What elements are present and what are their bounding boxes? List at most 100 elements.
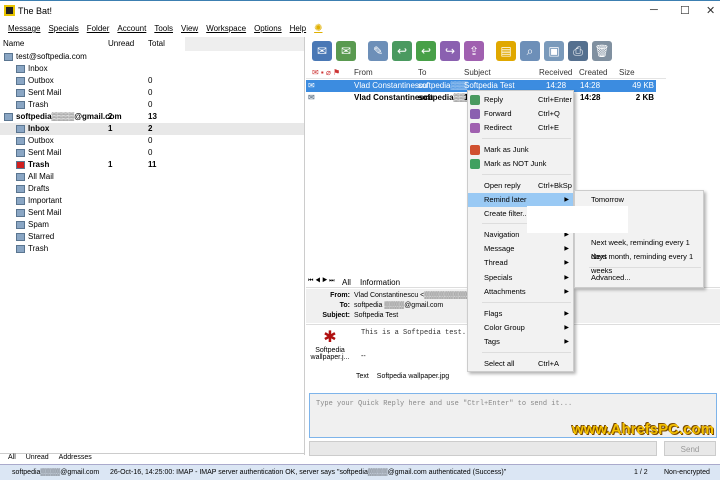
folder-name: Inbox — [28, 124, 50, 133]
flag-column-icons[interactable]: ✉ ▪ ⌀ ⚑ — [306, 66, 354, 78]
sun-icon[interactable]: ✺ — [314, 20, 322, 37]
message-list-header: ✉ ▪ ⌀ ⚑ From To Subject Received Created… — [306, 66, 666, 79]
search-icon[interactable]: ⌕ — [520, 41, 540, 61]
address-book-icon[interactable]: ▤ — [496, 41, 516, 61]
folder-name: Trash — [28, 160, 50, 169]
new-message-icon[interactable]: ✎ — [368, 41, 388, 61]
context-specials[interactable]: Specials ▶ — [468, 271, 573, 285]
context-tags[interactable]: Tags ▶ — [468, 335, 573, 349]
menu-account[interactable]: Account — [117, 20, 146, 37]
folder-item[interactable]: Trash 0 — [0, 99, 304, 111]
submenu-arrow-icon: ▶ — [564, 311, 569, 317]
submenu-arrow-icon: ▶ — [564, 197, 569, 203]
folder-name: Sent Mail — [28, 208, 62, 217]
menu-help[interactable]: Help — [290, 20, 306, 37]
folder-total: 0 — [148, 76, 153, 85]
menu-view[interactable]: View — [181, 20, 198, 37]
context-message[interactable]: Message ▶ — [468, 242, 573, 256]
menu-workspace[interactable]: Workspace — [206, 20, 246, 37]
context-open-reply[interactable]: Open reply Ctrl+BkSp — [468, 179, 573, 193]
tab-addresses[interactable]: Addresses — [59, 454, 92, 461]
folder-name: Trash — [28, 244, 49, 253]
to-value: softpedia ▒▒▒▒@gmail.com — [354, 302, 444, 309]
tab-all[interactable]: All — [8, 454, 16, 461]
context-flags[interactable]: Flags ▶ — [468, 307, 573, 321]
folder-item[interactable]: Spam — [0, 219, 304, 231]
context-attachments[interactable]: Attachments ▶ — [468, 285, 573, 299]
context-mark-as-junk[interactable]: Mark as Junk — [468, 143, 573, 157]
menu-specials[interactable]: Specials — [48, 20, 78, 37]
folder-item[interactable]: Important — [0, 195, 304, 207]
folder-item[interactable]: Sent Mail 0 — [0, 87, 304, 99]
folder-item[interactable]: Sent Mail — [0, 207, 304, 219]
attachment[interactable]: ✱ Softpedia wallpaper.j... — [306, 325, 354, 373]
submenu-tomorrow[interactable]: Tomorrow — [575, 193, 703, 207]
tab-wallpaper[interactable]: Softpedia wallpaper.jpg — [377, 373, 449, 380]
menu-tools[interactable]: Tools — [154, 20, 173, 37]
context-redirect[interactable]: Redirect Ctrl+E — [468, 121, 573, 135]
tab-all[interactable]: All — [342, 278, 351, 287]
menu-message[interactable]: Message — [8, 20, 40, 37]
col-size[interactable]: Size — [619, 66, 659, 78]
context-remind-later[interactable]: Remind later ▶ — [468, 193, 573, 207]
nav-arrows-icon[interactable]: ⏮ ◀ ▶ ⏭ — [308, 278, 335, 285]
redirect-icon[interactable]: ⇪ — [464, 41, 484, 61]
folder-icon — [4, 53, 13, 61]
context-thread[interactable]: Thread ▶ — [468, 256, 573, 270]
col-unread[interactable]: Unread — [105, 37, 145, 51]
folder-item[interactable]: Outbox 0 — [0, 135, 304, 147]
folder-item[interactable]: Sent Mail 0 — [0, 147, 304, 159]
send-from-select[interactable] — [309, 441, 657, 456]
send-mail-icon[interactable]: ✉ — [336, 41, 356, 61]
message-body[interactable]: This is a Softpedia test. — [361, 329, 466, 337]
col-created[interactable]: Created — [579, 66, 619, 78]
context-color-group[interactable]: Color Group ▶ — [468, 321, 573, 335]
folder-item[interactable]: Inbox — [0, 63, 304, 75]
folder-total: 0 — [148, 136, 153, 145]
tab-information[interactable]: Information — [360, 278, 400, 287]
context-mark-as-not-junk[interactable]: Mark as NOT Junk — [468, 157, 573, 171]
reply-icon[interactable]: ↩ — [392, 41, 412, 61]
tab-unread[interactable]: Unread — [26, 454, 49, 461]
minimize-button[interactable]: ─ — [650, 4, 658, 16]
get-mail-icon[interactable]: ✉ — [312, 41, 332, 61]
col-name[interactable]: Name — [0, 37, 105, 51]
forward-icon[interactable]: ↪ — [440, 41, 460, 61]
context-select-all[interactable]: Select all Ctrl+A — [468, 357, 573, 371]
folder-item[interactable]: Starred — [0, 231, 304, 243]
folder-item[interactable]: Trash — [0, 243, 304, 255]
folder-item[interactable]: test@softpedia.com — [0, 51, 304, 63]
col-received[interactable]: Received — [539, 66, 579, 78]
print-icon[interactable]: ⎙ — [568, 41, 588, 61]
folder-item[interactable]: Drafts — [0, 183, 304, 195]
folder-icon — [16, 65, 25, 73]
menu-folder[interactable]: Folder — [87, 20, 110, 37]
folder-item[interactable]: Inbox 1 2 — [0, 123, 304, 135]
folder-name: test@softpedia.com — [16, 52, 87, 61]
tab-text[interactable]: Text — [356, 373, 369, 380]
context-forward[interactable]: Forward Ctrl+Q — [468, 107, 573, 121]
close-button[interactable]: ✕ — [706, 4, 715, 17]
junk-icon — [470, 145, 480, 155]
view-icon[interactable]: ▣ — [544, 41, 564, 61]
folder-item[interactable]: Trash 1 11 — [0, 159, 304, 171]
submenu-next-month[interactable]: Next month, reminding every 1 weeks — [575, 250, 703, 275]
reply-all-icon[interactable]: ↩ — [416, 41, 436, 61]
col-subject[interactable]: Subject — [464, 66, 539, 78]
col-to[interactable]: To — [418, 66, 464, 78]
submenu-next-week[interactable]: Next week, reminding every 1 days — [575, 236, 703, 261]
delete-icon[interactable]: 🗑 — [592, 41, 612, 61]
folder-tabs: All Unread Addresses — [0, 453, 305, 464]
col-total[interactable]: Total — [145, 37, 185, 51]
menu-options[interactable]: Options — [254, 20, 282, 37]
folder-item[interactable]: Outbox 0 — [0, 75, 304, 87]
folder-icon — [16, 137, 25, 145]
folder-total: 11 — [148, 160, 157, 169]
col-from[interactable]: From — [354, 66, 418, 78]
context-reply[interactable]: Reply Ctrl+Enter — [468, 93, 573, 107]
submenu-advanced[interactable]: Advanced... — [575, 271, 703, 285]
maximize-button[interactable]: ☐ — [680, 4, 690, 17]
send-button[interactable]: Send — [664, 441, 716, 456]
folder-item[interactable]: All Mail — [0, 171, 304, 183]
folder-item[interactable]: softpedia▒▒▒▒@gmail.com 2 13 — [0, 111, 304, 123]
